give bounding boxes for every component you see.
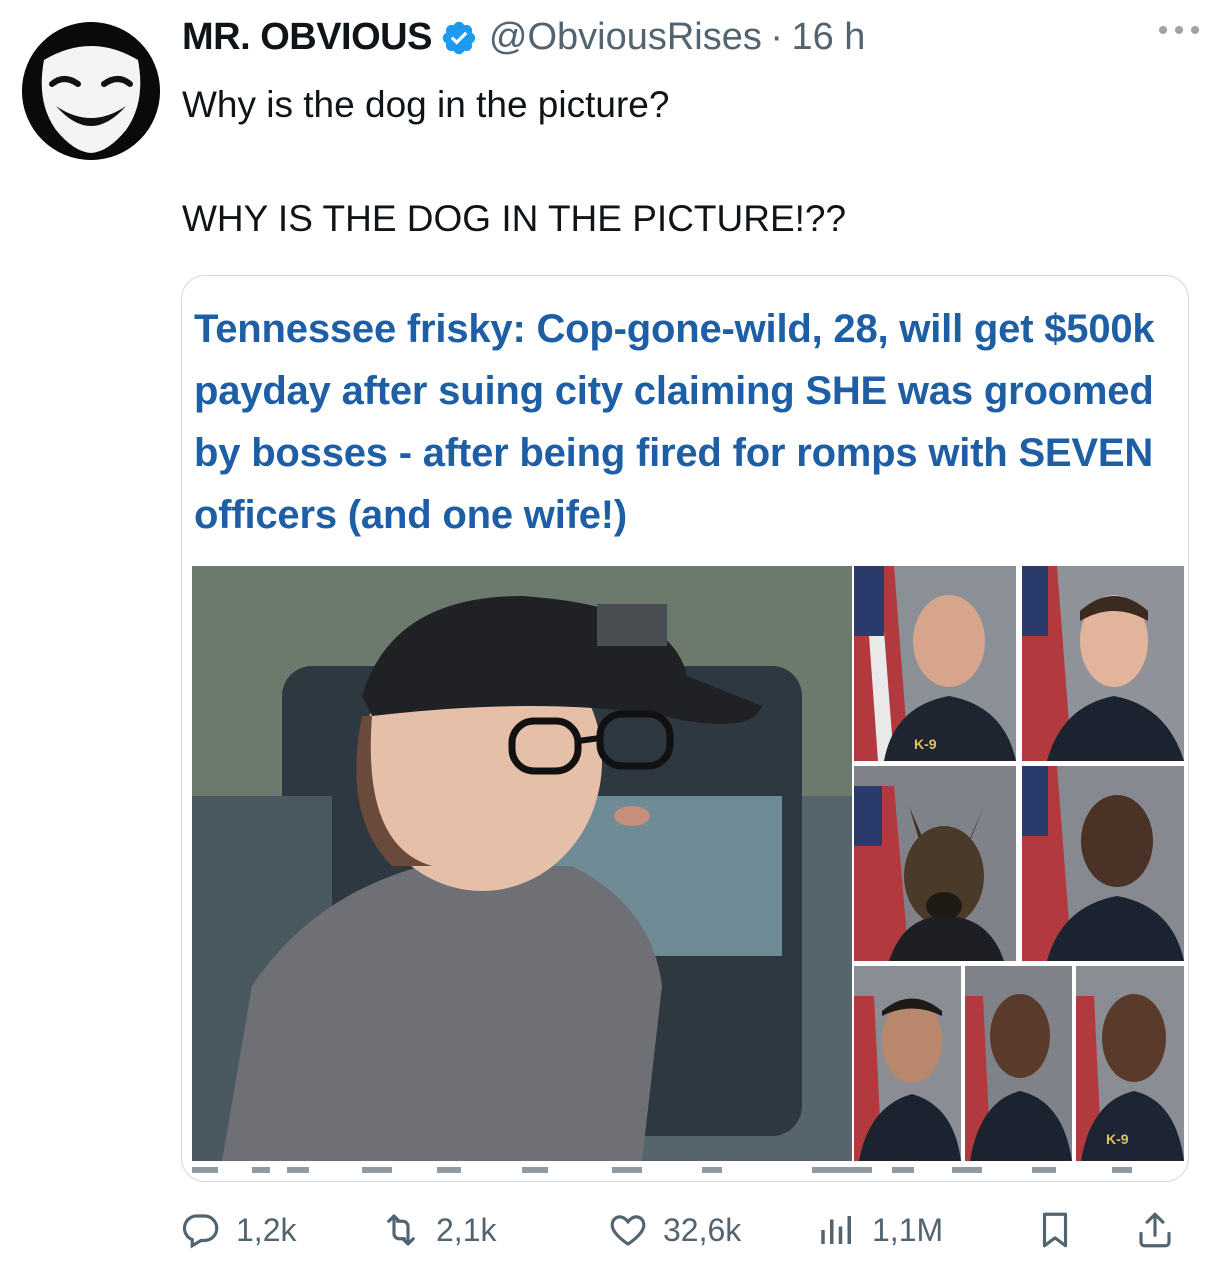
bookmark-button[interactable] [1034,1200,1090,1260]
media-card[interactable]: Tennessee frisky: Cop-gone-wild, 28, wil… [181,275,1189,1182]
verified-icon [443,21,476,54]
officer-photo[interactable]: K-9 [1076,966,1184,1161]
more-icon[interactable] [1157,22,1201,38]
woman-in-cap-image [192,566,852,1161]
repost-button[interactable]: 2,1k [380,1200,496,1260]
separator-dot: · [770,16,783,58]
repost-count: 2,1k [436,1211,497,1248]
tweet-header: MR. OBVIOUS @ObviousRises · 16 h [182,16,1193,76]
views-button[interactable]: 1,1M [816,1200,943,1260]
timestamp[interactable]: 16 h [791,16,865,58]
officer-photo[interactable] [965,966,1072,1161]
action-bar: 1,2k 2,1k 32,6k 1,1M [180,1200,1190,1260]
share-icon [1139,1212,1171,1248]
bookmark-icon [1042,1212,1068,1248]
tweet-text-line-1: Why is the dog in the picture? [182,84,670,125]
mask-face-image [22,22,160,160]
share-button[interactable] [1134,1200,1190,1260]
reply-button[interactable]: 1,2k [180,1200,296,1260]
cutoff-caption-line [192,1167,1132,1173]
repost-icon [387,1214,415,1246]
reply-icon [182,1214,219,1249]
officer-photo[interactable]: K-9 [854,566,1016,761]
officer-photo[interactable] [1022,566,1184,761]
avatar[interactable] [22,22,160,160]
officer-photo-grid: K-9 K-9 [854,566,1184,1161]
like-count: 32,6k [663,1211,742,1248]
views-count: 1,1M [872,1211,944,1248]
k9-badge-text: K-9 [1106,1131,1129,1147]
reply-count: 1,2k [236,1211,297,1248]
display-name[interactable]: MR. OBVIOUS [182,16,432,58]
tweet-text-line-2: WHY IS THE DOG IN THE PICTURE!?? [182,198,847,239]
handle[interactable]: @ObviousRises [489,16,762,58]
like-icon [610,1215,646,1246]
main-photo[interactable] [192,566,852,1161]
card-headline: Tennessee frisky: Cop-gone-wild, 28, wil… [194,307,1155,537]
views-icon [821,1216,851,1244]
k9-badge-text: K-9 [914,736,937,752]
officer-photo[interactable] [854,966,961,1161]
like-button[interactable]: 32,6k [607,1200,741,1260]
officer-photo[interactable] [1022,766,1184,961]
k9-dog-photo[interactable] [854,766,1016,961]
